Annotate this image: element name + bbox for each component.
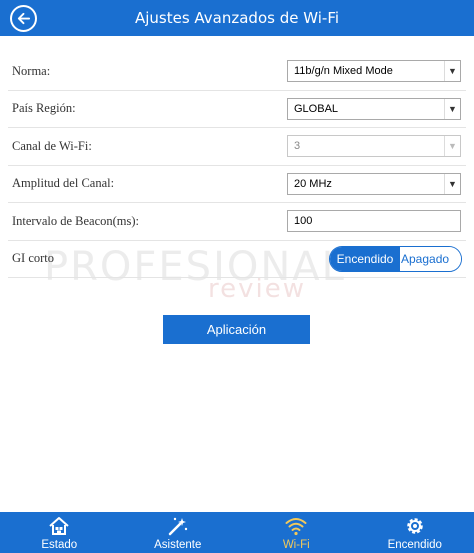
gi-on-option[interactable]: Encendido bbox=[330, 246, 400, 271]
watermark-logo-sub: review bbox=[208, 274, 306, 304]
region-label: País Región: bbox=[12, 101, 76, 116]
gi-toggle[interactable]: Encendido Apagado bbox=[329, 245, 462, 272]
region-row: País Región: GLOBAL ▼ bbox=[8, 91, 466, 128]
wand-icon bbox=[167, 515, 189, 537]
bandwidth-row: Amplitud del Canal: 20 MHz ▼ bbox=[8, 166, 466, 203]
channel-label: Canal de Wi-Fi: bbox=[12, 138, 92, 153]
nav-label-wifi: Wi-Fi bbox=[282, 539, 310, 551]
bandwidth-select[interactable]: 20 MHz ▼ bbox=[287, 172, 461, 195]
nav-label-encendido: Encendido bbox=[387, 539, 442, 551]
region-select[interactable]: GLOBAL ▼ bbox=[287, 97, 461, 120]
channel-value: 3 bbox=[294, 140, 301, 153]
channel-select[interactable]: 3 ▼ bbox=[287, 135, 461, 158]
apply-button[interactable]: Aplicación bbox=[163, 315, 310, 344]
bottom-nav: Estado Asistente Wi-Fi Encendido bbox=[0, 512, 474, 553]
chevron-down-icon: ▼ bbox=[444, 61, 460, 82]
chevron-down-icon: ▼ bbox=[444, 136, 460, 157]
channel-row: Canal de Wi-Fi: 3 ▼ bbox=[8, 128, 466, 166]
beacon-input[interactable]: 100 bbox=[287, 210, 461, 233]
nav-label-estado: Estado bbox=[41, 539, 78, 551]
back-arrow-icon bbox=[17, 12, 31, 25]
nav-item-estado[interactable]: Estado bbox=[0, 512, 119, 553]
back-button[interactable] bbox=[10, 5, 37, 32]
home-icon bbox=[48, 515, 70, 537]
gi-label: GI corto bbox=[12, 251, 54, 266]
mode-value: 11b/g/n Mixed Mode bbox=[294, 65, 393, 78]
bandwidth-value: 20 MHz bbox=[294, 177, 332, 190]
beacon-row: Intervalo de Beacon(ms): 100 bbox=[8, 203, 466, 241]
chevron-down-icon: ▼ bbox=[444, 98, 460, 119]
region-value: GLOBAL bbox=[294, 102, 339, 115]
gi-off-option[interactable]: Apagado bbox=[400, 246, 461, 271]
mode-row: Norma: 11b/g/n Mixed Mode ▼ bbox=[8, 53, 466, 91]
gear-icon bbox=[404, 515, 426, 537]
nav-item-asistente[interactable]: Asistente bbox=[119, 512, 238, 553]
mode-label: Norma: bbox=[12, 63, 51, 78]
page-title: Ajustes Avanzados de Wi-Fi bbox=[134, 9, 340, 27]
nav-item-encendido[interactable]: Encendido bbox=[356, 512, 474, 553]
beacon-value: 100 bbox=[294, 215, 313, 228]
beacon-label: Intervalo de Beacon(ms): bbox=[12, 213, 140, 228]
nav-label-asistente: Asistente bbox=[154, 539, 202, 551]
mode-select[interactable]: 11b/g/n Mixed Mode ▼ bbox=[287, 60, 461, 83]
nav-item-wifi[interactable]: Wi-Fi bbox=[237, 512, 356, 553]
settings-form: Norma: 11b/g/n Mixed Mode ▼ País Región:… bbox=[0, 53, 474, 278]
bandwidth-label: Amplitud del Canal: bbox=[12, 176, 115, 191]
wifi-icon bbox=[285, 515, 307, 537]
gi-row: GI corto Encendido Apagado bbox=[8, 241, 466, 278]
chevron-down-icon: ▼ bbox=[444, 173, 460, 194]
header-bar: Ajustes Avanzados de Wi-Fi bbox=[0, 0, 474, 36]
